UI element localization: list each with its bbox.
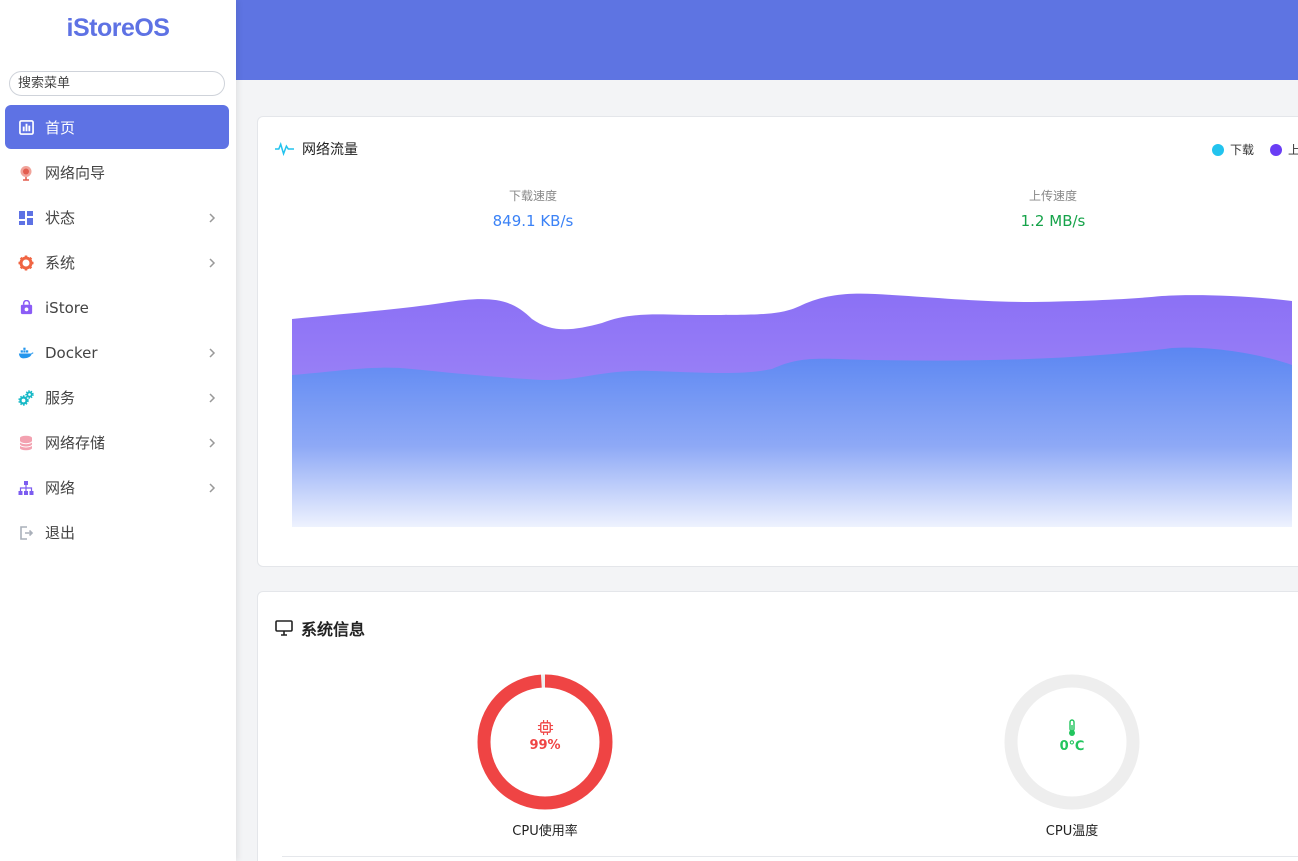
sidebar-item-docker[interactable]: Docker bbox=[5, 330, 229, 375]
logout-icon bbox=[18, 525, 34, 541]
download-area bbox=[292, 347, 1292, 527]
legend-label: 下载 bbox=[1229, 143, 1254, 157]
sidebar-item-network[interactable]: 网络 bbox=[5, 465, 229, 510]
globe-pin-icon bbox=[18, 165, 34, 181]
legend-dot bbox=[1212, 143, 1224, 156]
sidebar-item-label: 首页 bbox=[45, 118, 76, 137]
sidebar-item-label: 退出 bbox=[45, 524, 76, 542]
sidebar-item-label: 状态 bbox=[45, 209, 76, 227]
database-icon bbox=[18, 435, 34, 451]
chevron-right-icon bbox=[209, 257, 216, 268]
pulse-icon bbox=[275, 142, 294, 156]
sidebar-item-services[interactable]: 服务 bbox=[5, 375, 229, 420]
upload-speed-label: 上传速度 bbox=[1028, 189, 1077, 203]
legend-dot bbox=[1269, 143, 1282, 156]
thermometer-icon bbox=[982, 719, 1162, 737]
chart-legend: 下载 上 bbox=[1212, 141, 1298, 158]
chevron-right-icon bbox=[209, 212, 216, 223]
cpu-temperature-gauge: 0℃ CPU温度 bbox=[982, 672, 1162, 839]
monitor-icon bbox=[275, 620, 293, 636]
dashboard-icon bbox=[18, 119, 34, 135]
sidebar-item-label: iStore bbox=[45, 298, 89, 317]
cpu-temperature-value: 0℃ bbox=[1059, 739, 1085, 754]
legend-download[interactable]: 下载 bbox=[1212, 141, 1254, 158]
download-speed-value: 849.1 KB/s bbox=[492, 212, 574, 230]
logo: iStoreOS bbox=[66, 14, 170, 42]
card-title: 网络流量 bbox=[275, 139, 358, 159]
grid-status-icon bbox=[18, 210, 34, 226]
download-speed-label: 下载速度 bbox=[508, 189, 557, 203]
network-traffic-card: 网络流量 下载 上 下载速度 849.1 KB/s 上传速度 1.2 MB/s bbox=[257, 116, 1298, 567]
chevron-right-icon bbox=[209, 482, 216, 493]
upload-speed-stat: 上传速度 1.2 MB/s bbox=[953, 187, 1153, 230]
chevron-right-icon bbox=[209, 347, 216, 358]
system-info-card: 系统信息 99% CPU使用率 0℃ CPU温度 bbox=[257, 591, 1298, 861]
cpu-usage-label: CPU使用率 bbox=[512, 824, 578, 839]
traffic-area-chart bbox=[292, 293, 1292, 527]
card-title: 系统信息 bbox=[275, 616, 365, 640]
sidebar-item-label: Docker bbox=[45, 343, 98, 362]
sidebar: iStoreOS 首页 网络向导 状态 系统 bbox=[0, 0, 236, 861]
sidebar-item-system[interactable]: 系统 bbox=[5, 240, 229, 285]
cogs-icon bbox=[18, 389, 34, 406]
network-tree-icon bbox=[18, 480, 34, 496]
sidebar-menu: 首页 网络向导 状态 系统 iStore Docker 服务 网络存储 网络 退… bbox=[5, 105, 229, 555]
chevron-right-icon bbox=[209, 437, 216, 448]
gear-icon bbox=[18, 255, 34, 271]
bag-icon bbox=[18, 300, 34, 316]
chevron-right-icon bbox=[209, 392, 216, 403]
sidebar-item-network-storage[interactable]: 网络存储 bbox=[5, 420, 229, 465]
legend-label: 上 bbox=[1287, 143, 1298, 157]
sidebar-item-status[interactable]: 状态 bbox=[5, 195, 229, 240]
header-bar bbox=[236, 0, 1298, 80]
sidebar-item-home[interactable]: 首页 bbox=[5, 105, 229, 149]
cpu-temperature-label: CPU温度 bbox=[1045, 824, 1099, 839]
sidebar-item-logout[interactable]: 退出 bbox=[5, 510, 229, 555]
sidebar-item-label: 网络 bbox=[45, 479, 76, 497]
cpu-usage-center: 99% bbox=[455, 719, 635, 753]
cpu-usage-gauge: 99% CPU使用率 bbox=[455, 672, 635, 839]
sidebar-item-label: 系统 bbox=[45, 254, 76, 272]
docker-icon bbox=[18, 345, 34, 361]
divider bbox=[282, 856, 1298, 857]
search-menu-input[interactable] bbox=[9, 71, 225, 96]
system-info-title: 系统信息 bbox=[301, 620, 366, 639]
chip-icon bbox=[455, 719, 635, 736]
cpu-usage-value: 99% bbox=[529, 738, 561, 753]
sidebar-item-network-wizard[interactable]: 网络向导 bbox=[5, 150, 229, 195]
sidebar-item-istore[interactable]: iStore bbox=[5, 285, 229, 330]
sidebar-item-label: 网络存储 bbox=[45, 434, 106, 452]
cpu-temperature-center: 0℃ bbox=[982, 719, 1162, 754]
legend-upload[interactable]: 上 bbox=[1269, 141, 1298, 158]
download-speed-stat: 下载速度 849.1 KB/s bbox=[433, 187, 633, 230]
sidebar-item-label: 网络向导 bbox=[45, 164, 106, 182]
sidebar-item-label: 服务 bbox=[45, 389, 76, 407]
upload-speed-value: 1.2 MB/s bbox=[1020, 212, 1086, 230]
network-traffic-title: 网络流量 bbox=[302, 142, 358, 158]
